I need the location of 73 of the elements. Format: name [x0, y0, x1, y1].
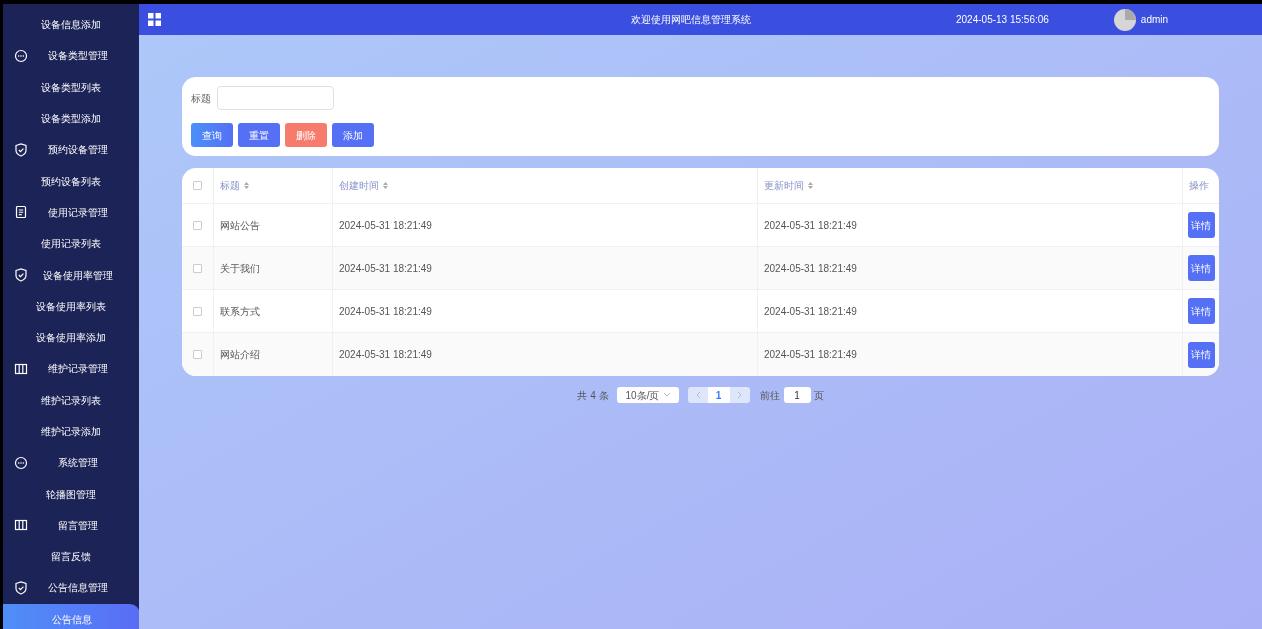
select-all-checkbox[interactable] — [193, 181, 202, 190]
document-icon — [14, 205, 28, 220]
menu-group-label[interactable]: 留言管理 — [28, 517, 139, 533]
menu-group-label[interactable]: 公告信息管理 — [28, 580, 139, 596]
table-cell-text: 2024-05-31 18:21:49 — [339, 261, 432, 276]
menu-item[interactable]: 预约设备列表 — [3, 165, 139, 197]
row-checkbox[interactable] — [193, 263, 202, 273]
shield-icon — [14, 142, 28, 157]
menu-group-label[interactable]: 预约设备管理 — [28, 142, 139, 158]
details-button[interactable]: 详情 — [1187, 341, 1215, 368]
menu-group-label[interactable]: 使用记录管理 — [28, 204, 139, 220]
row-checkbox[interactable] — [193, 220, 202, 230]
grid-icon[interactable] — [148, 13, 161, 26]
menu-item[interactable]: 公告信息 — [3, 603, 140, 629]
table-cell-text: 网站介绍 — [220, 348, 260, 362]
table-cell-text: 网站公告 — [220, 218, 260, 233]
menu-item[interactable]: 设备信息添加 — [3, 9, 139, 41]
total-count: 共 4 条 — [577, 388, 609, 403]
table-cell-text: 2024-05-31 18:21:49 — [339, 304, 432, 319]
chevron-down-icon — [663, 393, 670, 397]
next-page-button[interactable] — [729, 387, 750, 403]
table-cell-text: 2024-05-31 18:21:49 — [764, 348, 857, 362]
table-cell-text: 2024-05-31 18:21:49 — [764, 218, 857, 233]
app-title: 欢迎使用网吧信息管理系统 — [631, 13, 751, 27]
menu-group-label[interactable]: 系统管理 — [28, 455, 139, 471]
page-size-select[interactable]: 10条/页 — [616, 387, 679, 403]
add-button[interactable]: 添加 — [332, 123, 374, 147]
row-checkbox[interactable] — [193, 306, 202, 316]
columns-icon — [14, 361, 28, 376]
details-button[interactable]: 详情 — [1187, 212, 1215, 238]
menu-item[interactable]: 设备类型添加 — [3, 102, 139, 135]
menu-item[interactable]: 使用记录列表 — [3, 228, 139, 260]
menu-item[interactable]: 维护记录列表 — [3, 384, 139, 416]
sort-icon[interactable] — [244, 182, 249, 189]
shield-icon — [14, 268, 28, 282]
chevron-left-icon — [695, 392, 700, 398]
field-label: 标题 — [191, 91, 211, 106]
query-button[interactable]: 查询 — [191, 123, 233, 147]
menu-group-label[interactable]: 设备使用率管理 — [28, 267, 139, 283]
chat-icon — [14, 455, 28, 470]
page-suffix: 页 — [813, 388, 824, 403]
goto-label: 前往 — [759, 388, 780, 403]
table-cell-text: 联系方式 — [220, 304, 260, 319]
previous-page-button[interactable] — [687, 387, 708, 403]
menu-item[interactable]: 设备使用率添加 — [3, 321, 139, 354]
table-cell-text: 2024-05-31 18:21:49 — [764, 304, 857, 319]
sort-icon[interactable] — [383, 182, 388, 189]
chat-icon — [14, 48, 28, 63]
menu-item[interactable]: 留言反馈 — [3, 541, 139, 573]
sort-icon[interactable] — [808, 182, 813, 189]
table-cell-text: 关于我们 — [220, 261, 260, 276]
menu-item[interactable]: 设备使用率列表 — [3, 290, 139, 322]
details-button[interactable]: 详情 — [1187, 298, 1215, 324]
columns-icon — [14, 518, 28, 533]
shield-icon — [14, 581, 28, 595]
page-button[interactable]: 1 — [707, 387, 730, 403]
page-number-input-field[interactable]: 1 — [783, 387, 811, 403]
avatar-icon[interactable] — [1113, 8, 1136, 31]
reset-button[interactable]: 重置 — [238, 123, 280, 147]
table-cell-text: 2024-05-31 18:21:49 — [339, 218, 432, 233]
menu-item[interactable]: 维护记录添加 — [3, 415, 139, 448]
details-button[interactable]: 详情 — [1187, 255, 1215, 281]
title-input-field[interactable] — [217, 86, 334, 110]
date-time: 2024-05-13 15:56:06 — [956, 13, 1049, 27]
menu-group-label[interactable]: 设备类型管理 — [28, 48, 139, 64]
user-name[interactable]: admin — [1140, 12, 1169, 27]
table-cell-text: 2024-05-31 18:21:49 — [339, 348, 432, 362]
menu-item[interactable]: 轮播图管理 — [3, 478, 139, 510]
chevron-right-icon — [737, 392, 742, 398]
menu-group-label[interactable]: 维护记录管理 — [28, 361, 139, 377]
menu-item[interactable]: 设备类型列表 — [3, 71, 139, 103]
table-cell-text: 2024-05-31 18:21:49 — [764, 261, 857, 276]
row-checkbox[interactable] — [193, 350, 202, 359]
